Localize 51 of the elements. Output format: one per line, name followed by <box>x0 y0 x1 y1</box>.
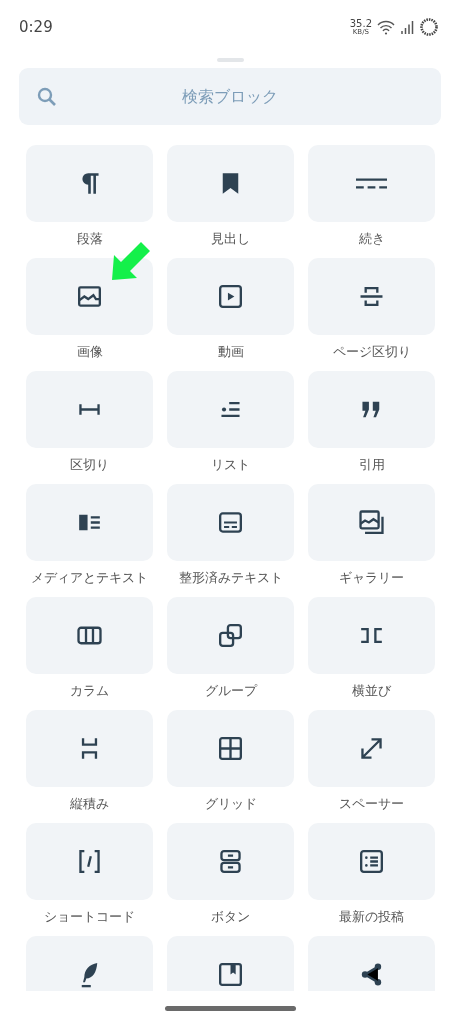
block-label: グループ <box>204 683 257 700</box>
block-label: グリッド <box>204 796 257 813</box>
block-tile[interactable] <box>308 936 435 991</box>
block-tile[interactable] <box>26 823 153 900</box>
ring-icon <box>419 17 439 37</box>
block-label: 横並び <box>352 683 391 700</box>
block-label: 引用 <box>358 457 385 474</box>
block-label: 続き <box>358 231 385 248</box>
block-label: 段落 <box>76 231 103 248</box>
block-tile[interactable] <box>26 371 153 448</box>
block-label: リスト <box>211 457 250 474</box>
block-label: 動画 <box>217 344 244 361</box>
block-tile[interactable] <box>26 936 153 991</box>
block-tile[interactable] <box>308 823 435 900</box>
block-label: 画像 <box>76 344 103 361</box>
block-tile[interactable] <box>167 145 294 222</box>
block-tile[interactable] <box>26 258 153 335</box>
block-label: ボタン <box>211 909 250 926</box>
block-label: カラム <box>70 683 109 700</box>
block-label: 最新の投稿 <box>339 909 404 926</box>
block-tile[interactable] <box>308 145 435 222</box>
block-label: スペーサー <box>339 796 404 813</box>
block-tile[interactable] <box>26 710 153 787</box>
block-tile[interactable] <box>26 484 153 561</box>
signal-icon <box>400 20 414 34</box>
block-label: 縦積み <box>70 796 109 813</box>
block-label: 整形済みテキスト <box>178 570 283 587</box>
block-label: ギャラリー <box>339 570 404 587</box>
block-label: メディアとテキスト <box>31 570 148 587</box>
block-tile[interactable] <box>308 484 435 561</box>
block-tile[interactable] <box>308 710 435 787</box>
block-tile[interactable] <box>167 936 294 991</box>
block-tile[interactable] <box>167 484 294 561</box>
block-label: ショートコード <box>44 909 135 926</box>
block-label: 見出し <box>211 231 250 248</box>
block-label: 区切り <box>70 457 109 474</box>
block-tile[interactable] <box>26 597 153 674</box>
block-tile[interactable] <box>308 597 435 674</box>
block-label: ページ区切り <box>332 344 411 361</box>
search-field[interactable]: 検索ブロック <box>19 68 441 125</box>
block-tile[interactable] <box>308 258 435 335</box>
block-tile[interactable] <box>167 258 294 335</box>
block-tile[interactable] <box>26 145 153 222</box>
block-tile[interactable] <box>167 823 294 900</box>
network-speed: 35.2 <box>349 18 372 29</box>
block-tile[interactable] <box>308 371 435 448</box>
wifi-icon <box>377 19 395 35</box>
block-tile[interactable] <box>167 710 294 787</box>
block-tile[interactable] <box>167 371 294 448</box>
block-tile[interactable] <box>167 597 294 674</box>
status-time: 0:29 <box>19 18 53 36</box>
